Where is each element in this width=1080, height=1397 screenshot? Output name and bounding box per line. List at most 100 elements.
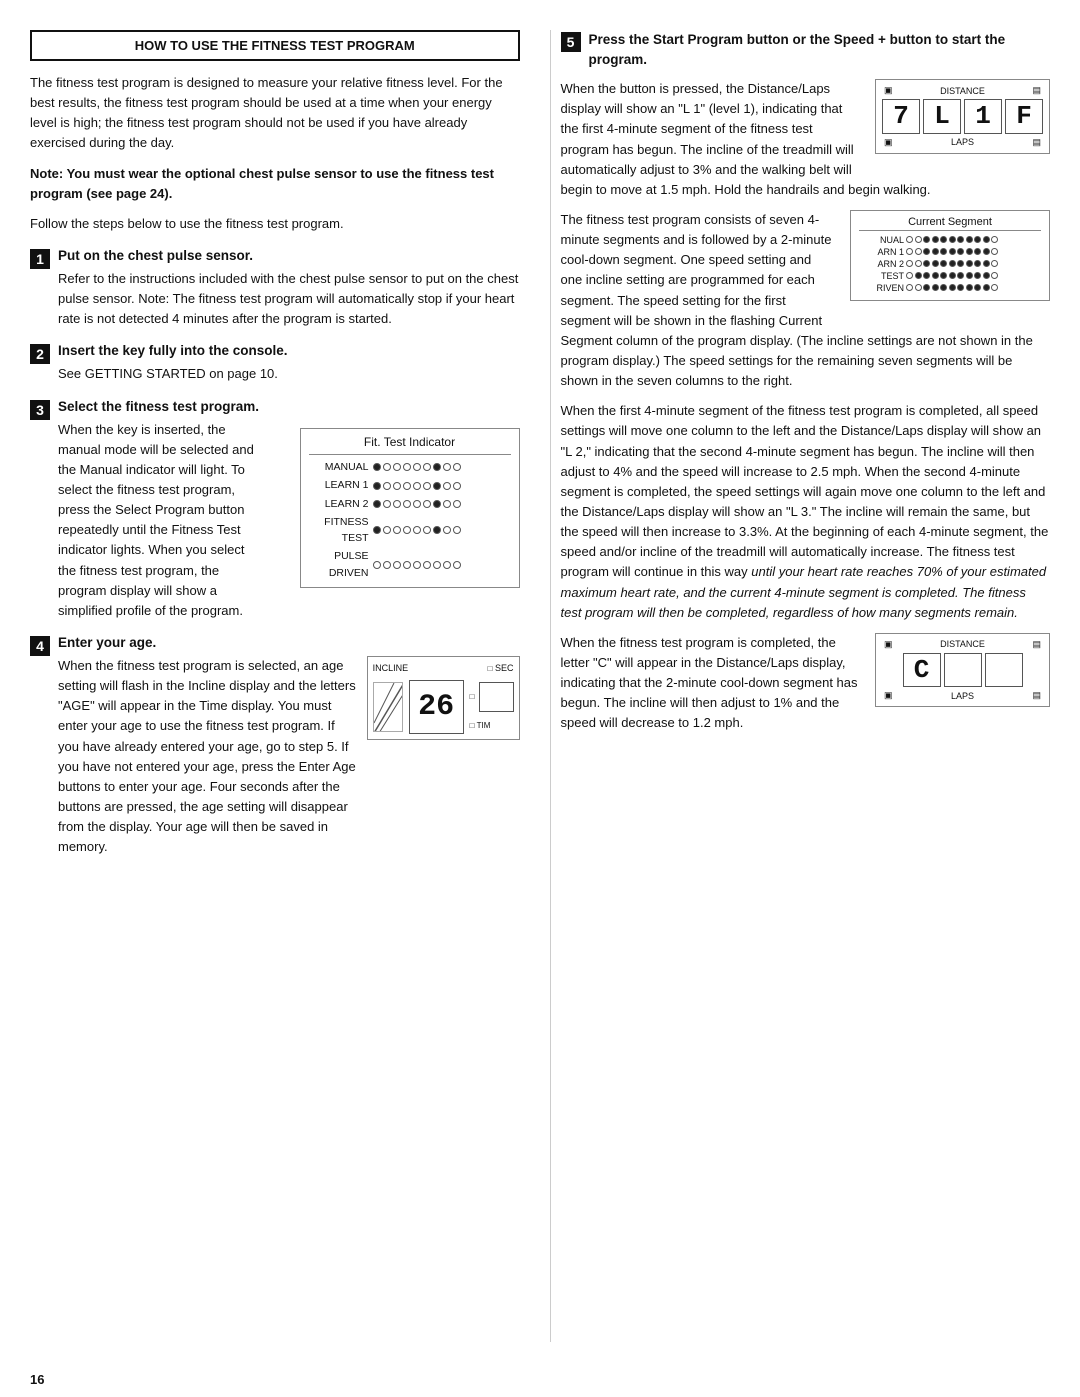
dist-arrow-left: ▣ xyxy=(884,85,893,96)
dot xyxy=(403,482,411,490)
dot xyxy=(433,561,441,569)
dot xyxy=(383,526,391,534)
dot xyxy=(433,463,441,471)
dot xyxy=(393,526,401,534)
incline-main-row: 26 □ □ TIM xyxy=(373,680,514,735)
dot xyxy=(403,561,411,569)
fit-row-learn1: LEARN 1 xyxy=(309,477,511,493)
step-2-content: Insert the key fully into the console. S… xyxy=(58,343,520,384)
fit-label-fitness: FITNESS TEST xyxy=(309,514,369,547)
sdot xyxy=(957,272,964,279)
cooldown-top-row: ▣ DISTANCE ▤ xyxy=(884,639,1041,650)
small-disp-row: □ xyxy=(470,682,514,711)
dot xyxy=(433,526,441,534)
sdot xyxy=(991,248,998,255)
seg-label-test: TEST xyxy=(859,271,904,281)
step-4-content: Enter your age. When the fitness test pr… xyxy=(58,635,520,857)
sdot xyxy=(991,260,998,267)
sdot xyxy=(932,284,939,291)
dot xyxy=(413,500,421,508)
fit-test-header: Fit. Test Indicator xyxy=(309,433,511,456)
sdot xyxy=(983,236,990,243)
seg-label-arn2: ARN 2 xyxy=(859,259,904,269)
incline-label: INCLINE xyxy=(373,662,409,676)
dot xyxy=(383,561,391,569)
dot xyxy=(393,561,401,569)
seg-table: NUAL xyxy=(859,235,1041,293)
dist-top-row: ▣ DISTANCE ▤ xyxy=(884,85,1041,96)
sdot xyxy=(949,236,956,243)
sdot xyxy=(940,284,947,291)
sdot xyxy=(940,236,947,243)
cooldown-arrow-right: ▤ xyxy=(1032,639,1041,650)
step-4: 4 Enter your age. When the fitness test … xyxy=(30,635,520,857)
right-small-boxes: □ □ TIM xyxy=(470,682,514,732)
step-1-content: Put on the chest pulse sensor. Refer to … xyxy=(58,248,520,329)
dot xyxy=(443,561,451,569)
sdot xyxy=(915,260,922,267)
dot xyxy=(423,463,431,471)
sdot xyxy=(974,236,981,243)
seg-row-nual: NUAL xyxy=(859,235,1041,245)
cooldown-laps-row: ▣ LAPS ▤ xyxy=(884,690,1041,701)
dot xyxy=(413,463,421,471)
dot xyxy=(393,500,401,508)
step-5-para3: When the first 4-minute segment of the f… xyxy=(561,401,1051,623)
page-number: 16 xyxy=(0,1362,1080,1397)
sdot xyxy=(949,260,956,267)
seg-row-riven: RIVEN xyxy=(859,283,1041,293)
cooldown-laps-arrow-right: ▤ xyxy=(1032,690,1041,701)
incline-top-labels: INCLINE □ SEC xyxy=(373,662,514,676)
step-4-number: 4 xyxy=(30,636,50,656)
sdot xyxy=(991,272,998,279)
fit-dots-learn2 xyxy=(373,500,461,508)
dot xyxy=(413,482,421,490)
seg-dots-nual xyxy=(906,236,998,243)
dot xyxy=(383,463,391,471)
dot xyxy=(383,500,391,508)
step-2-body: See GETTING STARTED on page 10. xyxy=(58,364,520,384)
cooldown-char-1: C xyxy=(903,653,941,688)
fit-row-fitness: FITNESS TEST xyxy=(309,514,511,547)
sdot xyxy=(983,248,990,255)
step-3-body: When the key is inserted, the manual mod… xyxy=(58,420,520,621)
small-display-box xyxy=(479,682,514,711)
sdot xyxy=(966,272,973,279)
left-column: HOW TO USE THE FITNESS TEST PROGRAM The … xyxy=(30,30,530,1342)
dot xyxy=(453,482,461,490)
dot xyxy=(423,500,431,508)
incline-diagram-image xyxy=(373,682,403,732)
dot xyxy=(373,500,381,508)
dot xyxy=(453,500,461,508)
seg-label-riven: RIVEN xyxy=(859,283,904,293)
distance-laps-display-1: ▣ DISTANCE ▤ 7 L 1 F ▣ LAPS ▤ xyxy=(875,79,1050,154)
dot xyxy=(433,500,441,508)
sdot xyxy=(974,272,981,279)
step-4-body-text: When the fitness test program is selecte… xyxy=(58,656,357,857)
dot xyxy=(373,482,381,490)
sdot xyxy=(923,284,930,291)
cooldown-display: ▣ DISTANCE ▤ C ▣ LAPS ▤ xyxy=(875,633,1050,708)
fit-label-learn2: LEARN 2 xyxy=(309,496,369,512)
dot xyxy=(443,500,451,508)
sdot xyxy=(940,260,947,267)
step-1: 1 Put on the chest pulse sensor. Refer t… xyxy=(30,248,520,329)
dist-char-1: 7 xyxy=(882,99,920,134)
dot xyxy=(393,482,401,490)
sdot xyxy=(923,248,930,255)
step-2: 2 Insert the key fully into the console.… xyxy=(30,343,520,384)
distance-label: DISTANCE xyxy=(940,86,985,96)
dot xyxy=(393,463,401,471)
dot xyxy=(423,526,431,534)
follow-text: Follow the steps below to use the fitnes… xyxy=(30,214,520,234)
sdot xyxy=(906,272,913,279)
sdot xyxy=(923,260,930,267)
seg-row-arn1: ARN 1 xyxy=(859,247,1041,257)
seg-dots-test xyxy=(906,272,998,279)
fit-test-diagram: Fit. Test Indicator MANUAL xyxy=(300,428,520,588)
step-5-para4-block: ▣ DISTANCE ▤ C ▣ LAPS ▤ When the fitness… xyxy=(561,633,1051,744)
step-3-content: Select the fitness test program. When th… xyxy=(58,399,520,621)
fit-label-learn1: LEARN 1 xyxy=(309,477,369,493)
cooldown-char-3 xyxy=(985,653,1023,688)
sdot xyxy=(957,248,964,255)
